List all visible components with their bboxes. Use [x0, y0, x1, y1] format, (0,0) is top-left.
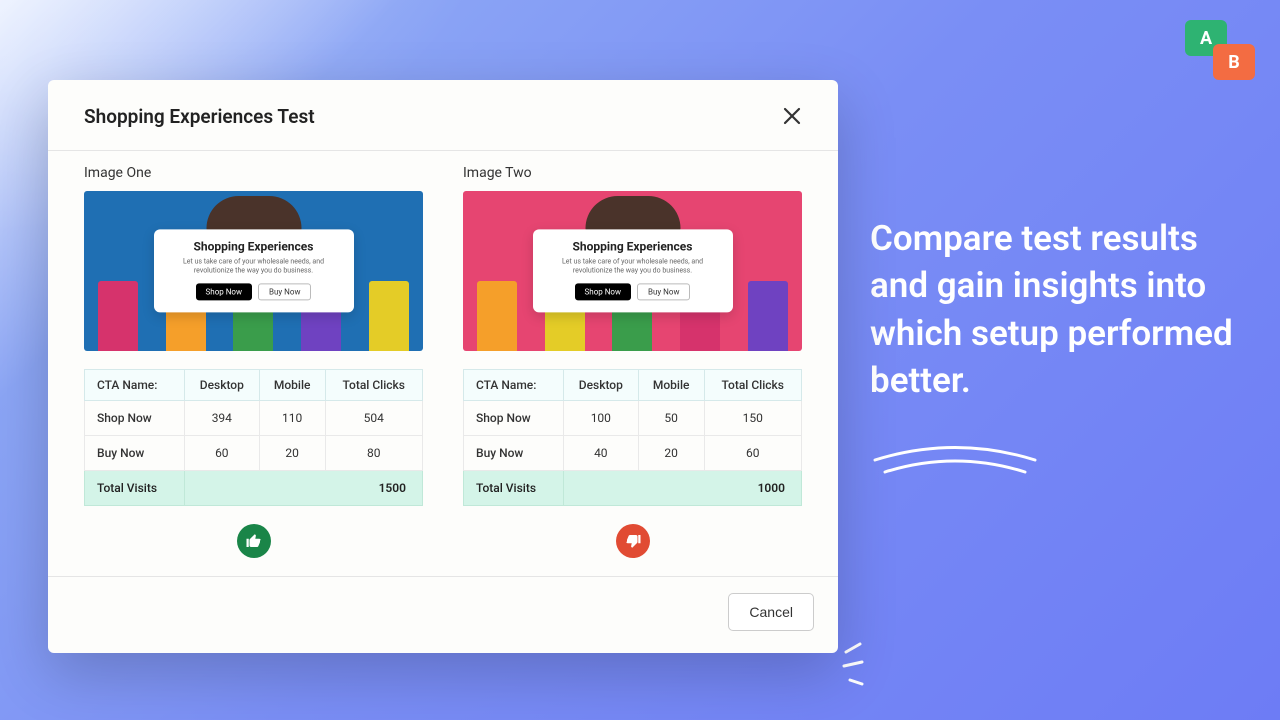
col-mobile: Mobile	[638, 370, 704, 401]
col-desktop: Desktop	[184, 370, 259, 401]
col-cta: CTA Name:	[464, 370, 564, 401]
variant-one: Image One Shopping Experiences Let us ta…	[84, 165, 423, 558]
thumbs-up-badge	[237, 524, 271, 558]
variant-two: Image Two Shopping Experiences Let us ta…	[463, 165, 802, 558]
popup-buy-now: Buy Now	[258, 284, 311, 301]
total-visits-row: Total Visits 1500	[85, 471, 423, 506]
variant-b-badge: B	[1213, 44, 1255, 80]
table-row: Shop Now 100 50 150	[464, 401, 802, 436]
col-total: Total Clicks	[325, 370, 423, 401]
col-desktop: Desktop	[563, 370, 638, 401]
variant-one-label: Image One	[84, 165, 423, 181]
popup-shop-now: Shop Now	[196, 284, 252, 301]
table-row: Shop Now 394 110 504	[85, 401, 423, 436]
popup-shop-now: Shop Now	[575, 284, 631, 301]
promo-headline: Compare test results and gain insights i…	[870, 215, 1240, 404]
table-row: Buy Now 40 20 60	[464, 436, 802, 471]
popup-sub: Let us take care of your wholesale needs…	[172, 257, 336, 275]
close-button[interactable]	[778, 102, 806, 130]
underline-swoosh-icon	[870, 440, 1040, 480]
popup-buy-now: Buy Now	[637, 284, 690, 301]
variant-two-table: CTA Name: Desktop Mobile Total Clicks Sh…	[463, 369, 802, 506]
popup-heading: Shopping Experiences	[551, 239, 715, 253]
modal-footer: Cancel	[48, 576, 838, 653]
close-icon	[782, 106, 802, 126]
accent-ticks-icon	[838, 640, 888, 690]
modal-title: Shopping Experiences Test	[84, 105, 315, 128]
col-total: Total Clicks	[704, 370, 802, 401]
ab-test-logo: A B	[1185, 20, 1255, 80]
test-results-modal: Shopping Experiences Test Image One Shop…	[48, 80, 838, 653]
variant-two-image: Shopping Experiences Let us take care of…	[463, 191, 802, 351]
modal-body: Image One Shopping Experiences Let us ta…	[48, 151, 838, 576]
cancel-button[interactable]: Cancel	[728, 593, 814, 631]
thumbs-down-icon	[624, 532, 642, 550]
col-cta: CTA Name:	[85, 370, 185, 401]
variant-two-label: Image Two	[463, 165, 802, 181]
popup-sub: Let us take care of your wholesale needs…	[551, 257, 715, 275]
variant-one-popup: Shopping Experiences Let us take care of…	[154, 229, 354, 312]
total-visits-row: Total Visits 1000	[464, 471, 802, 506]
thumbs-up-icon	[245, 532, 263, 550]
thumbs-down-badge	[616, 524, 650, 558]
variant-one-table: CTA Name: Desktop Mobile Total Clicks Sh…	[84, 369, 423, 506]
modal-header: Shopping Experiences Test	[48, 80, 838, 151]
col-mobile: Mobile	[259, 370, 325, 401]
variant-one-image: Shopping Experiences Let us take care of…	[84, 191, 423, 351]
variant-two-popup: Shopping Experiences Let us take care of…	[533, 229, 733, 312]
popup-heading: Shopping Experiences	[172, 239, 336, 253]
table-row: Buy Now 60 20 80	[85, 436, 423, 471]
